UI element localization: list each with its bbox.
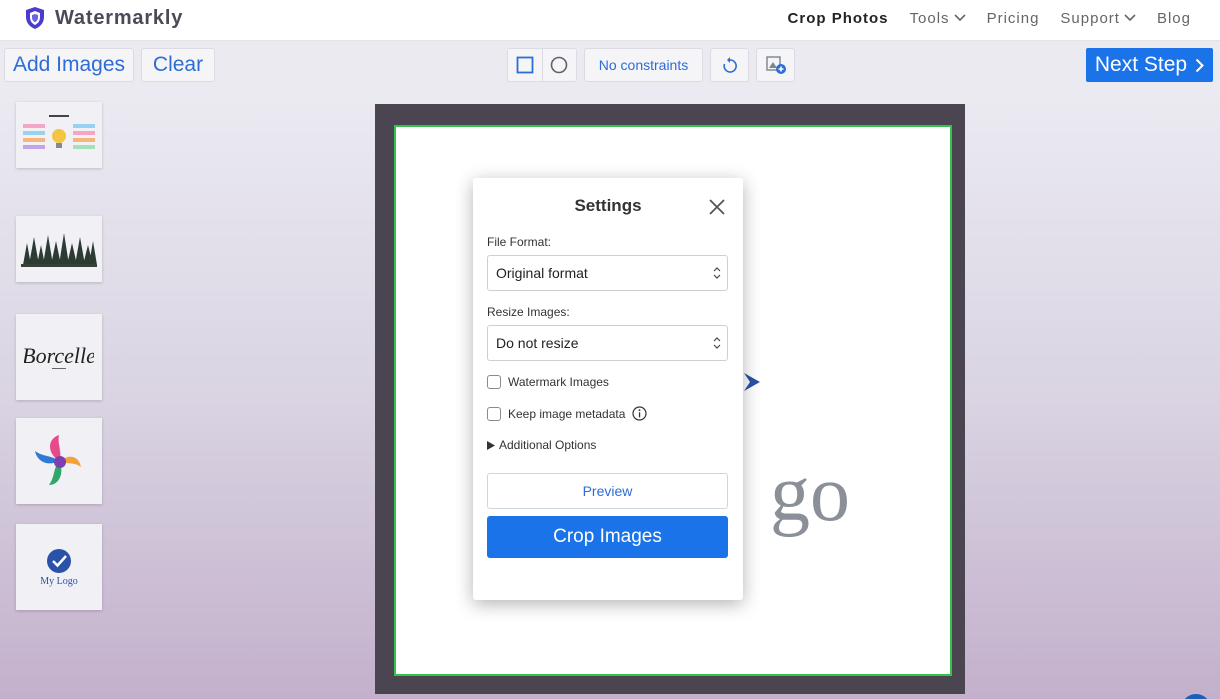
svg-text:My Logo: My Logo [40,576,78,587]
infographic-thumbnail-image [23,115,95,149]
circle-crop-button[interactable] [543,49,577,81]
brand[interactable]: Watermarkly [24,6,183,30]
chevron-down-icon [1124,14,1136,22]
nav-label: Blog [1156,9,1191,27]
additional-options-label: Additional Options [499,438,597,452]
file-format-value: Original format [496,265,588,281]
watermark-option: Watermark Images [487,375,609,389]
colorful-logo-thumbnail-image [35,435,81,485]
preview-button[interactable]: Preview [487,473,728,509]
nav-pricing[interactable]: Pricing [987,10,1040,27]
metadata-checkbox[interactable] [487,406,501,421]
logo-mark-fragment [744,373,760,391]
toolbar: Add Images Clear No constraints Next Ste… [0,41,1220,90]
file-format-label: File Format: [487,235,552,249]
nav-label: Crop Photos [787,9,889,27]
select-arrows-icon [713,267,721,279]
apply-to-all-button[interactable] [756,48,795,82]
select-arrows-icon [713,337,721,349]
crop-images-button[interactable]: Crop Images [487,516,728,558]
svg-text:Borcelle: Borcelle [24,343,94,368]
thumb-infographic[interactable] [16,102,102,168]
thumb-forest[interactable] [16,216,102,282]
thumb-colorful-logo[interactable] [16,418,102,504]
watermark-checkbox[interactable] [487,375,501,389]
watermark-label: Watermark Images [508,375,609,389]
metadata-label: Keep image metadata [508,406,626,421]
forest-thumbnail-image [21,233,97,267]
nav-label: Support [1060,9,1120,27]
resize-value: Do not resize [496,335,579,351]
close-icon[interactable] [707,197,727,217]
add-images-button[interactable]: Add Images [4,48,134,82]
borcelle-thumbnail-image: Borcelle [24,343,94,369]
top-navigation: Watermarkly Crop Photos Tools Pricing Su… [0,0,1220,41]
main-image-logo-text: go [770,450,850,538]
resize-label: Resize Images: [487,305,570,319]
nav-blog[interactable]: Blog [1157,10,1191,27]
thumb-my-logo[interactable]: My Logo [16,524,102,610]
crop-shape-group [507,48,577,82]
next-step-button[interactable]: Next Step [1086,48,1213,82]
circle-crop-icon [550,56,568,74]
nav-label: Pricing [986,9,1040,27]
nav-crop-photos[interactable]: Crop Photos [788,10,889,27]
chevron-down-icon [953,14,966,22]
nav-support[interactable]: Support [1060,10,1136,27]
clear-button[interactable]: Clear [141,48,215,82]
thumb-borcelle[interactable]: Borcelle [16,314,102,400]
apply-to-all-icon [765,56,786,74]
settings-dialog: Settings File Format: Original format Re… [473,178,743,600]
resize-select[interactable]: Do not resize [487,325,728,361]
file-format-select[interactable]: Original format [487,255,728,291]
nav-tools[interactable]: Tools [910,10,966,27]
next-step-label: Next Step [1094,53,1188,76]
chevron-right-icon [1195,58,1205,72]
rotate-button[interactable] [710,48,749,82]
nav-label: Tools [909,9,950,27]
info-icon[interactable] [632,406,648,421]
shield-logo-icon [26,7,44,29]
triangle-right-icon [487,440,495,450]
additional-options-toggle[interactable]: Additional Options [487,438,596,452]
metadata-option: Keep image metadata [487,406,648,421]
dialog-title: Settings [574,196,642,215]
square-crop-icon [516,56,534,74]
nav-links: Crop Photos Tools Pricing Support Blog [788,0,1191,36]
square-crop-button[interactable] [508,49,543,81]
my-logo-thumbnail-image: My Logo [40,549,78,587]
brand-name: Watermarkly [55,6,184,29]
rotate-icon [722,57,737,73]
aspect-ratio-dropdown[interactable]: No constraints [584,48,703,82]
